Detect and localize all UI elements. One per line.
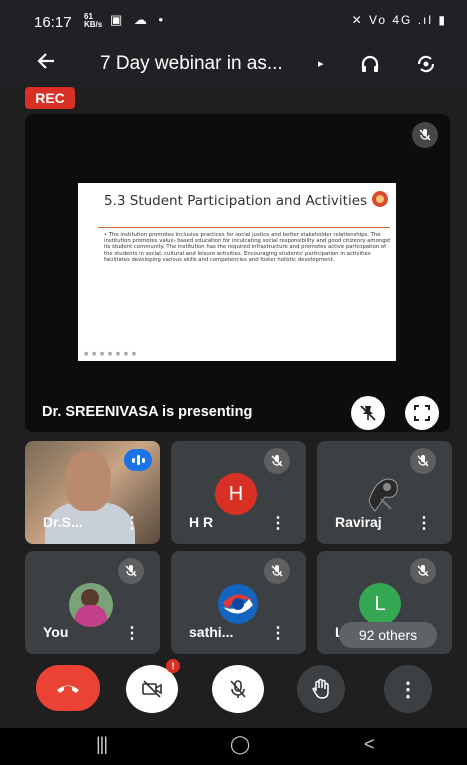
more-options-icon: ⋮	[398, 678, 418, 701]
notification-icons: ▣ ☁ •	[110, 12, 168, 27]
participant-tile[interactable]: sathi... ⋮	[171, 551, 306, 654]
data-speed: 61 KB/s	[84, 13, 102, 29]
recents-button[interactable]: |||	[96, 734, 108, 755]
mic-off-icon	[410, 558, 436, 584]
avatar: L	[359, 583, 401, 625]
raise-hand-button[interactable]	[297, 665, 345, 713]
more-options-icon[interactable]: ⋮	[270, 516, 286, 532]
recording-badge: REC	[25, 87, 75, 109]
mic-off-icon	[264, 558, 290, 584]
pin-off-icon	[360, 405, 376, 421]
fullscreen-icon	[414, 405, 430, 421]
participant-tile[interactable]: H H R ⋮	[171, 441, 306, 544]
avatar	[69, 583, 113, 627]
avatar	[215, 581, 261, 627]
pin-off-button[interactable]	[351, 396, 385, 430]
participant-tile[interactable]: Raviraj ⋮	[317, 441, 452, 544]
camera-toggle-button[interactable]: !	[126, 659, 180, 713]
slide-page-dots: ● ● ● ● ● ● ●	[84, 351, 138, 357]
more-options-icon[interactable]: ⋮	[270, 626, 286, 642]
others-count-button[interactable]: 92 others	[339, 622, 437, 648]
fullscreen-button[interactable]	[405, 396, 439, 430]
meeting-title[interactable]: 7 Day webinar in as...	[100, 53, 283, 75]
mic-off-icon	[410, 448, 436, 474]
more-options-icon[interactable]: ⋮	[416, 516, 432, 532]
back-button[interactable]: <	[364, 734, 375, 755]
arrow-left-icon[interactable]	[36, 51, 56, 77]
participant-name: You	[43, 624, 69, 640]
presentation-area[interactable]: 5.3 Student Participation and Activities…	[25, 114, 450, 432]
participant-name: sathi...	[189, 624, 234, 640]
mic-off-icon	[230, 680, 246, 698]
headphones-icon[interactable]	[358, 52, 382, 76]
slide-title: 5.3 Student Participation and Activities	[104, 193, 368, 209]
slide-divider	[98, 227, 390, 228]
avatar: H	[215, 473, 257, 515]
mic-off-icon	[118, 558, 144, 584]
mic-off-icon	[412, 122, 438, 148]
institution-logo-icon	[372, 191, 388, 207]
camera-switch-icon[interactable]	[414, 52, 438, 76]
meeting-header: 7 Day webinar in as... ▸	[0, 40, 467, 88]
more-options-button[interactable]: ⋮	[384, 665, 432, 713]
phone-hangup-icon	[57, 685, 79, 693]
more-options-icon[interactable]: ⋮	[124, 516, 140, 532]
hand-icon	[312, 678, 329, 699]
participant-name: Raviraj	[335, 514, 382, 530]
mic-toggle-button[interactable]	[212, 665, 264, 713]
participant-tile[interactable]: You ⋮	[25, 551, 160, 654]
speaking-indicator-icon	[124, 449, 152, 471]
more-options-icon[interactable]: ⋮	[124, 626, 140, 642]
data-speed-unit: KB/s	[84, 20, 103, 29]
participant-name: Dr.S...	[43, 514, 83, 530]
participant-tile[interactable]: Dr.S... ⋮	[25, 441, 160, 544]
mic-off-icon	[264, 448, 290, 474]
home-button[interactable]: ◯	[230, 734, 250, 755]
chevron-right-icon[interactable]: ▸	[318, 57, 324, 70]
system-icons: ✕ Vo 4G .ıl ▮	[351, 13, 447, 27]
presenter-label: Dr. SREENIVASA is presenting	[42, 404, 253, 420]
slide-body: • The institution promotes inclusive pra…	[104, 232, 391, 263]
participant-name: H R	[189, 514, 214, 530]
status-bar: 16:17 61 KB/s ▣ ☁ • ✕ Vo 4G .ıl ▮	[0, 0, 467, 40]
shared-slide: 5.3 Student Participation and Activities…	[78, 183, 396, 361]
camera-warning-badge: !	[166, 659, 180, 673]
end-call-button[interactable]	[36, 665, 100, 711]
status-time: 16:17	[34, 14, 72, 31]
camera-off-icon	[142, 680, 162, 698]
system-nav-bar: ||| ◯ <	[0, 728, 467, 765]
avatar	[361, 471, 405, 515]
